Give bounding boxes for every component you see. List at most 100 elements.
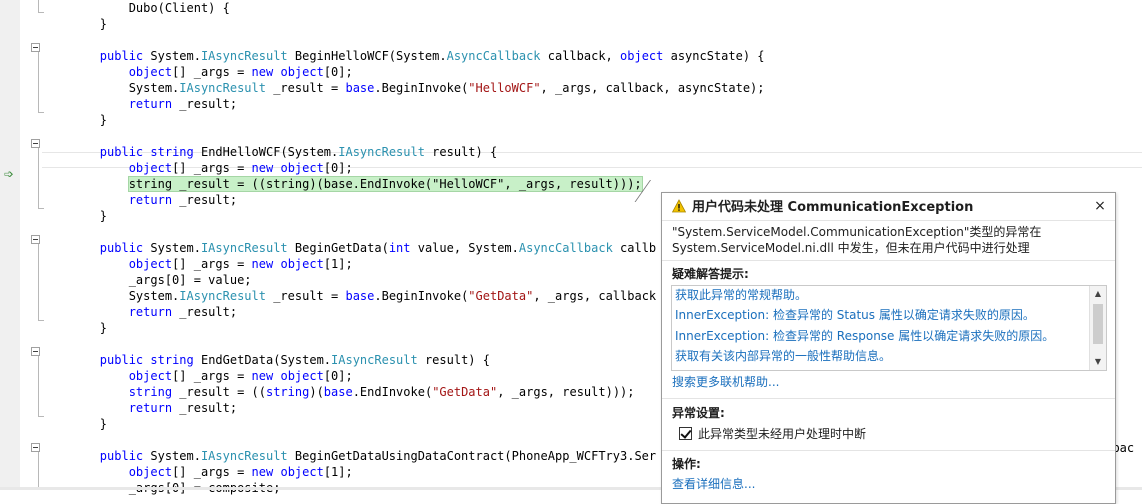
exception-settings-title: 异常设置: — [672, 406, 725, 420]
code-token: [0]; — [323, 161, 353, 175]
code-token: [] _args = — [172, 65, 252, 79]
code-token: "GetData" — [432, 385, 498, 399]
code-line[interactable]: public System.IAsyncResult BeginGetData(… — [42, 240, 656, 256]
collapse-icon[interactable] — [31, 43, 40, 52]
code-line[interactable]: return _result; — [42, 192, 237, 208]
divider — [662, 450, 1115, 451]
search-online-help-link[interactable]: 搜索更多联机帮助... — [672, 374, 779, 390]
collapse-icon[interactable] — [31, 443, 40, 452]
code-token: return — [128, 401, 173, 415]
scroll-down-icon[interactable]: ▼ — [1093, 356, 1103, 368]
tip-link[interactable]: InnerException: 检查异常的 Response 属性以确定请求失败… — [675, 328, 1054, 344]
code-token: BeginGetData( — [287, 241, 389, 255]
code-token: _result; — [172, 193, 238, 207]
tip-link[interactable]: InnerException: 检查异常的 Status 属性以确定请求失败的原… — [675, 307, 1035, 323]
code-line[interactable]: return _result; — [42, 304, 237, 320]
code-token: IAsyncResult — [200, 49, 288, 63]
code-line[interactable]: return _result; — [42, 96, 237, 112]
code-line[interactable]: object[] _args = new object[0]; — [42, 64, 353, 80]
scroll-up-icon[interactable]: ▲ — [1093, 288, 1103, 300]
exception-message-line: "System.ServiceModel.CommunicationExcept… — [672, 225, 1042, 239]
code-line[interactable]: public System.IAsyncResult BeginGetDataU… — [42, 448, 656, 464]
editor-gutter[interactable]: ➩ — [0, 0, 21, 490]
code-line[interactable]: public System.IAsyncResult BeginHelloWCF… — [42, 48, 765, 64]
code-line[interactable]: object[] _args = new object[0]; — [42, 368, 353, 384]
code-token: result) { — [424, 145, 498, 159]
code-token: [1]; — [323, 465, 353, 479]
code-token: _result; — [172, 305, 238, 319]
code-line[interactable]: } — [42, 208, 107, 224]
code-token: } — [42, 17, 108, 31]
code-line[interactable]: return _result; — [42, 400, 237, 416]
code-token: EndGetData(System. — [193, 353, 332, 367]
code-token: _args[0] = value; — [42, 273, 252, 287]
warning-icon — [672, 199, 686, 213]
code-token: return — [128, 305, 173, 319]
code-token: base — [323, 385, 353, 399]
code-token: [] _args = — [172, 257, 252, 271]
code-line[interactable]: object[] _args = new object[0]; — [42, 160, 353, 176]
scrollbar-thumb[interactable] — [1093, 304, 1103, 344]
fold-guide — [38, 244, 39, 320]
fold-guide — [38, 356, 39, 416]
code-token: string — [128, 385, 173, 399]
actions-title: 操作: — [672, 457, 701, 471]
code-token: object — [280, 65, 324, 79]
code-token: Dubo(Client) { — [42, 1, 230, 15]
break-on-exception-checkbox[interactable] — [679, 427, 692, 440]
tips-scrollbar[interactable]: ▲ ▼ — [1089, 286, 1106, 370]
break-on-exception-label[interactable]: 此异常类型未经用户处理时中断 — [698, 426, 866, 442]
code-token: new — [251, 369, 274, 383]
tip-link[interactable]: 获取此异常的常规帮助。 — [675, 287, 807, 303]
exception-message: "System.ServiceModel.CommunicationExcept… — [672, 224, 1102, 256]
code-line[interactable]: object[] _args = new object[1]; — [42, 256, 353, 272]
code-line[interactable]: _args[0] = value; — [42, 272, 252, 288]
code-line[interactable]: System.IAsyncResult _result = base.Begin… — [42, 80, 765, 96]
code-token: EndHelloWCF(System. — [193, 145, 339, 159]
code-line[interactable]: Dubo(Client) { — [42, 0, 230, 16]
code-token: object — [128, 65, 173, 79]
code-line[interactable]: public string EndGetData(System.IAsyncRe… — [42, 352, 490, 368]
code-line[interactable]: object[] _args = new object[1]; — [42, 464, 353, 480]
fold-guide — [38, 52, 39, 112]
code-line[interactable]: public string EndHelloWCF(System.IAsyncR… — [42, 144, 497, 160]
code-token: public — [99, 241, 144, 255]
troubleshooting-tips-title: 疑难解答提示: — [672, 267, 749, 281]
code-line[interactable]: string _result = ((string)(base.EndInvok… — [42, 384, 635, 400]
code-token: } — [42, 417, 108, 431]
code-token: object — [280, 465, 324, 479]
tip-link[interactable]: 获取有关该内部异常的一般性帮助信息。 — [675, 348, 891, 364]
code-line[interactable]: } — [42, 416, 107, 432]
fold-guide — [38, 148, 39, 208]
code-line[interactable]: } — [42, 16, 107, 32]
code-token: , _args, result))); — [497, 385, 635, 399]
code-line[interactable]: string _result = ((string)(base.EndInvok… — [42, 176, 643, 192]
code-token: System. — [143, 241, 201, 255]
code-token: "HelloWCF" — [468, 81, 541, 95]
code-line[interactable]: } — [42, 320, 107, 336]
collapse-icon[interactable] — [31, 235, 40, 244]
code-token: _result; — [172, 97, 238, 111]
code-token: callback, — [540, 49, 621, 63]
code-token: IAsyncResult — [200, 241, 288, 255]
code-line[interactable]: } — [42, 112, 107, 128]
code-line[interactable]: System.IAsyncResult _result = base.Begin… — [42, 288, 656, 304]
outline-margin — [20, 0, 40, 490]
code-token: AsyncCallback — [518, 241, 613, 255]
collapse-icon[interactable] — [31, 347, 40, 356]
code-token: return — [128, 97, 173, 111]
divider — [662, 398, 1115, 399]
collapse-icon[interactable] — [31, 139, 40, 148]
code-token: System. — [42, 289, 180, 303]
code-token: object — [620, 49, 664, 63]
code-token: .BeginInvoke( — [374, 289, 469, 303]
code-token: [] _args = — [172, 161, 252, 175]
close-icon[interactable]: × — [1093, 198, 1107, 214]
divider — [662, 260, 1115, 261]
code-token: .EndInvoke( — [352, 385, 433, 399]
code-token: } — [42, 209, 108, 223]
